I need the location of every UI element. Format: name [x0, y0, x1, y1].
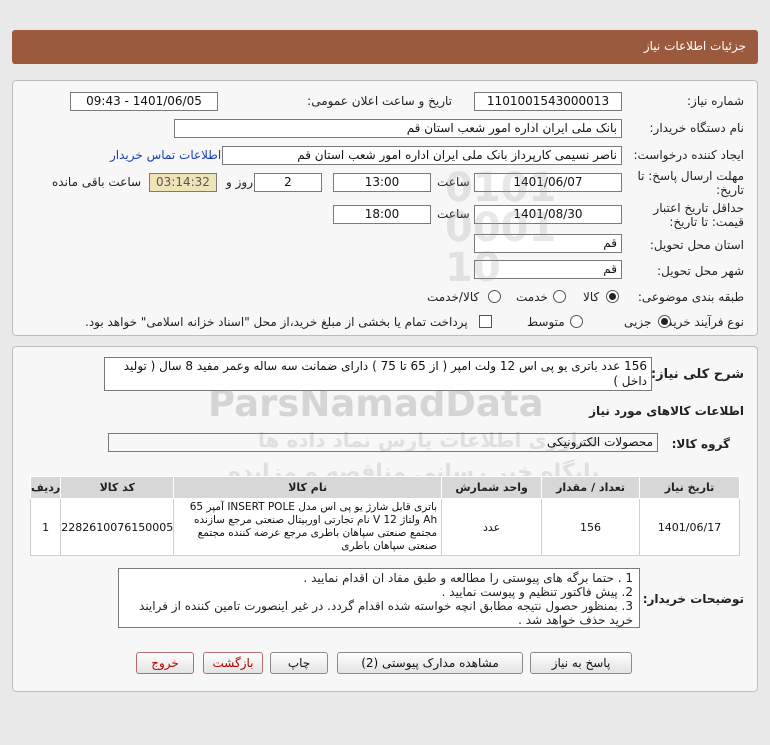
goods-group-field: محصولات الکترونیکی — [108, 433, 658, 452]
buyer-org-field: بانک ملی ایران اداره امور شعب استان قم — [174, 119, 622, 138]
process-label: نوع فرآیند خرید : — [659, 315, 744, 329]
col-need-date: تاریخ نیاز — [639, 476, 740, 499]
remaining-time-field: 03:14:32 — [149, 173, 217, 192]
days-label: روز و — [226, 175, 253, 189]
cell-date: 1401/06/17 — [639, 498, 740, 556]
treasury-payment-checkbox[interactable] — [479, 315, 492, 328]
notes-box: 1 . حتما برگه های پیوستی را مطالعه و طبق… — [118, 568, 640, 628]
validity-label: حداقل تاریخ اعتبار قیمت: تا تاریخ: — [653, 201, 744, 229]
deadline-date-field: 1401/06/07 — [474, 173, 622, 192]
col-row: ردیف — [29, 476, 62, 499]
view-attachments-button[interactable]: مشاهده مدارک پیوستی (2) — [337, 652, 523, 674]
category-radio-goods[interactable] — [606, 290, 619, 303]
delivery-province-label: استان محل تحویل: — [649, 238, 744, 252]
cell-quantity: 156 — [541, 498, 641, 556]
creator-label: ایجاد کننده درخواست: — [633, 148, 744, 162]
note-item: 2. پیش فاکتور تنظیم و پیوست نمایید . — [441, 585, 633, 599]
cell-code: 2282610076150005 — [60, 498, 175, 556]
page-header: جزئیات اطلاعات نیاز — [12, 30, 758, 64]
page-title: جزئیات اطلاعات نیاز — [643, 39, 746, 53]
col-unit: واحد شمارش — [441, 476, 543, 499]
print-button[interactable]: چاپ — [270, 652, 328, 674]
delivery-province-field: قم — [474, 234, 622, 253]
col-name: نام کالا — [173, 476, 443, 499]
validity-date-field: 1401/08/30 — [474, 205, 622, 224]
category-radio-goods-service[interactable] — [488, 290, 501, 303]
contact-buyer-link[interactable]: اطلاعات تماس خریدار — [110, 148, 221, 162]
deadline-time-field: 13:00 — [333, 173, 431, 192]
goods-group-label: گروه کالا: — [671, 437, 730, 451]
back-button[interactable]: بازگشت — [203, 652, 263, 674]
cell-name: باتری قابل شارژ یو پی اس مدل INSERT POLE… — [173, 498, 443, 556]
process-radio-medium[interactable] — [570, 315, 583, 328]
cell-row: 1 — [29, 498, 62, 556]
summary-field: 156 عدد باتری یو پی اس 12 ولت امپر ( از … — [104, 357, 652, 391]
exit-button[interactable]: خروج — [136, 652, 194, 674]
need-number-field: 1101001543000013 — [474, 92, 622, 111]
category-option-goods-service: کالا/خدمت — [427, 290, 480, 304]
category-label: طبقه بندی موضوعی: — [637, 290, 744, 304]
creator-field: ناصر نسیمی کارپرداز بانک ملی ایران اداره… — [222, 146, 622, 165]
deadline-time-label: ساعت — [437, 175, 470, 189]
cell-unit: عدد — [441, 498, 543, 556]
validity-time-label: ساعت — [437, 207, 470, 221]
validity-time-field: 18:00 — [333, 205, 431, 224]
process-option-minor: جزیی — [624, 315, 652, 329]
summary-label: شرح کلی نیاز: — [650, 367, 744, 382]
col-code: کد کالا — [60, 476, 175, 499]
remaining-label: ساعت باقی مانده — [52, 175, 142, 189]
reply-button[interactable]: پاسخ به نیاز — [530, 652, 632, 674]
buyer-org-label: نام دستگاه خریدار: — [649, 121, 745, 135]
deadline-label: مهلت ارسال پاسخ: تا تاریخ: — [637, 169, 744, 197]
delivery-city-field: قم — [474, 260, 622, 279]
treasury-payment-note: پرداخت تمام یا بخشی از مبلغ خرید،از محل … — [85, 315, 468, 329]
process-option-medium: متوسط — [527, 315, 565, 329]
need-number-label: شماره نیاز: — [687, 94, 744, 108]
goods-info-title: اطلاعات کالاهای مورد نیاز — [589, 404, 744, 418]
category-option-goods: کالا — [583, 290, 600, 304]
days-field: 2 — [254, 173, 322, 192]
goods-table: تاریخ نیاز تعداد / مقدار واحد شمارش نام … — [29, 476, 740, 556]
announce-field: 1401/06/05 - 09:43 — [70, 92, 218, 111]
note-item: 3. بمنظور حصول نتیجه مطابق انچه خواسته ش… — [139, 599, 633, 627]
col-quantity: تعداد / مقدار — [541, 476, 641, 499]
process-radio-minor[interactable] — [658, 315, 671, 328]
category-option-service: خدمت — [516, 290, 548, 304]
notes-label: توضیحات خریدار: — [642, 592, 744, 606]
table-row: 1401/06/17 156 عدد باتری قابل شارژ یو پی… — [29, 498, 740, 556]
note-item: 1 . حتما برگه های پیوستی را مطالعه و طبق… — [303, 571, 633, 585]
category-radio-service[interactable] — [553, 290, 566, 303]
delivery-city-label: شهر محل تحویل: — [657, 264, 744, 278]
announce-label: تاریخ و ساعت اعلان عمومی: — [307, 94, 452, 108]
